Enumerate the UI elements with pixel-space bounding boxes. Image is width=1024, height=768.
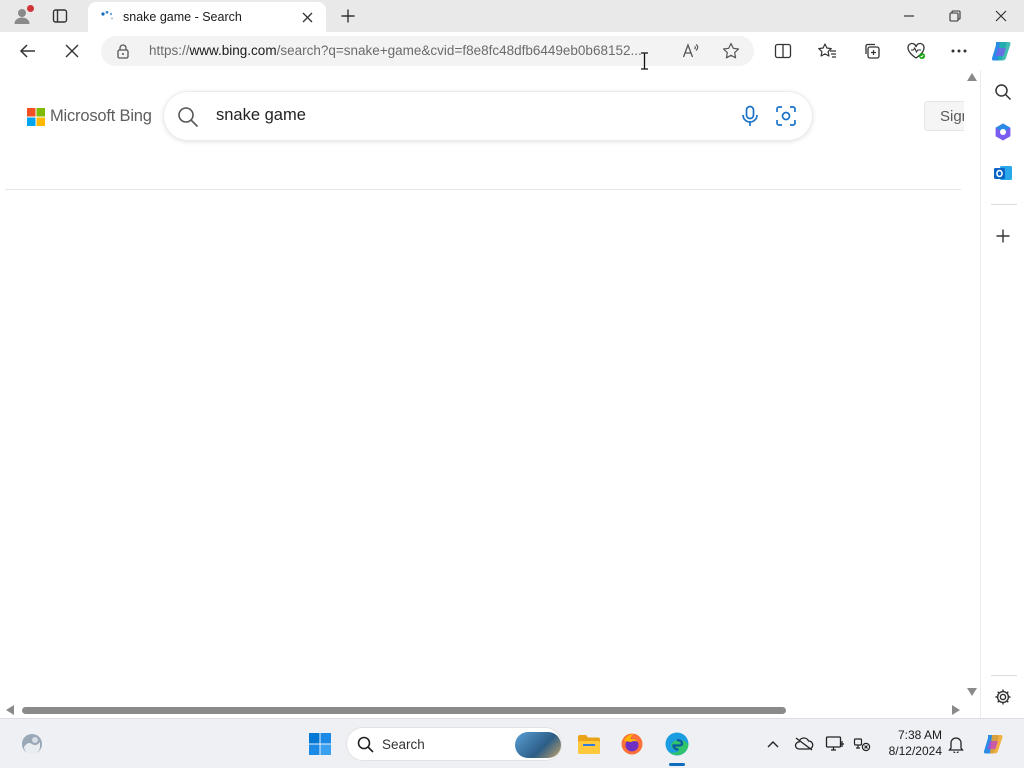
- chevron-up-icon[interactable]: [763, 734, 783, 754]
- horizontal-scroll-thumb[interactable]: [22, 707, 786, 714]
- url-host: www.bing.com: [189, 43, 277, 58]
- browser-essentials-button[interactable]: [900, 35, 932, 67]
- active-tab[interactable]: snake game - Search: [88, 2, 326, 32]
- bing-logo[interactable]: Microsoft Bing: [27, 107, 152, 126]
- loading-spinner-icon: [100, 10, 114, 24]
- search-box[interactable]: snake game: [164, 92, 812, 140]
- vertical-scrollbar[interactable]: [964, 70, 980, 702]
- edge-active-indicator: [669, 763, 685, 766]
- favorites-button[interactable]: [811, 35, 843, 67]
- sidebar-divider-bottom: [991, 675, 1017, 676]
- copilot-apps-icon: [993, 122, 1013, 142]
- header-divider: [5, 189, 961, 190]
- bell-icon[interactable]: [946, 734, 966, 754]
- browser-essentials-icon: [906, 42, 926, 60]
- widgets-icon: [20, 732, 44, 756]
- outlook-icon: [993, 163, 1013, 183]
- close-window-icon: [995, 10, 1007, 22]
- split-screen-icon: [774, 43, 792, 59]
- microphone-icon[interactable]: [740, 105, 760, 127]
- add-icon: [996, 229, 1010, 243]
- tab-actions-icon: [52, 8, 68, 24]
- address-bar[interactable]: https://www.bing.com/search?q=snake+game…: [101, 36, 754, 66]
- search-icon: [357, 736, 374, 753]
- visual-search-icon[interactable]: [775, 105, 797, 127]
- microsoft-logo-icon: [27, 107, 45, 126]
- page-viewport: Microsoft Bing snake game Sign: [0, 70, 980, 718]
- bing-logo-text: Microsoft Bing: [50, 107, 152, 125]
- minimize-button[interactable]: [891, 0, 927, 32]
- read-aloud-icon[interactable]: [679, 40, 703, 62]
- split-screen-button[interactable]: [767, 35, 799, 67]
- tab-strip: snake game - Search: [0, 0, 1024, 32]
- search-icon: [177, 106, 199, 128]
- sidebar-divider: [991, 204, 1017, 205]
- widgets-button[interactable]: [16, 728, 48, 760]
- plus-icon: [341, 9, 355, 23]
- profile-button[interactable]: [8, 0, 36, 32]
- back-arrow-icon: [19, 42, 37, 60]
- file-explorer-button[interactable]: [573, 728, 605, 760]
- edge-taskbar-button[interactable]: [661, 728, 693, 760]
- firefox-icon: [620, 732, 644, 756]
- favorites-icon: [817, 42, 837, 60]
- collections-icon: [863, 42, 881, 60]
- tab-title: snake game - Search: [123, 10, 242, 24]
- display-icon[interactable]: [825, 734, 845, 754]
- address-url[interactable]: https://www.bing.com/search?q=snake+game…: [149, 43, 669, 58]
- back-button[interactable]: [12, 35, 44, 67]
- notification-dot: [27, 5, 34, 12]
- onedrive-icon[interactable]: [794, 734, 814, 754]
- close-window-button[interactable]: [983, 0, 1019, 32]
- copilot-icon: [981, 732, 1005, 756]
- stop-loading-button[interactable]: [56, 35, 88, 67]
- browser-toolbar: https://www.bing.com/search?q=snake+game…: [0, 32, 1024, 70]
- stop-loading-icon: [65, 44, 79, 58]
- url-prefix: https://: [149, 43, 190, 58]
- start-button[interactable]: [304, 728, 336, 760]
- minimize-icon: [903, 10, 915, 22]
- text-cursor-icon: [641, 52, 648, 70]
- scroll-left-arrow-icon[interactable]: [6, 705, 14, 715]
- sidebar-copilot-apps-button[interactable]: [988, 117, 1018, 147]
- sidebar-settings-button[interactable]: [988, 682, 1018, 712]
- search-icon: [994, 83, 1012, 101]
- restore-icon: [949, 10, 961, 22]
- lock-icon[interactable]: [115, 43, 131, 59]
- collections-button[interactable]: [856, 35, 888, 67]
- copilot-icon: [989, 39, 1013, 63]
- network-icon[interactable]: [852, 734, 872, 754]
- windows-start-icon: [308, 732, 332, 756]
- close-icon[interactable]: [298, 8, 316, 26]
- system-clock[interactable]: 7:38 AM 8/12/2024: [878, 728, 942, 759]
- restore-button[interactable]: [937, 0, 973, 32]
- copilot-button[interactable]: [985, 35, 1017, 67]
- windows-taskbar: Search 7:38 AM 8/12/2024: [0, 718, 1024, 768]
- clock-time: 7:38 AM: [897, 728, 942, 742]
- new-tab-button[interactable]: [334, 0, 362, 32]
- scroll-up-arrow-icon[interactable]: [967, 73, 977, 81]
- scroll-right-arrow-icon[interactable]: [952, 705, 960, 715]
- copilot-taskbar-button[interactable]: [977, 728, 1009, 760]
- more-button[interactable]: [943, 35, 975, 67]
- sidebar-search-button[interactable]: [988, 77, 1018, 107]
- sidebar-outlook-button[interactable]: [988, 158, 1018, 188]
- firefox-button[interactable]: [616, 728, 648, 760]
- search-input[interactable]: snake game: [216, 106, 306, 125]
- file-explorer-icon: [577, 733, 601, 755]
- edge-icon: [664, 731, 690, 757]
- taskbar-search[interactable]: Search: [346, 727, 562, 761]
- edge-sidebar: [980, 70, 1024, 718]
- settings-icon: [994, 688, 1012, 706]
- sidebar-add-button[interactable]: [988, 221, 1018, 251]
- horizontal-scrollbar[interactable]: [0, 702, 964, 718]
- scroll-down-arrow-icon[interactable]: [967, 688, 977, 696]
- url-path: /search?q=snake+game&cvid=f8e8fc48dfb644…: [276, 43, 642, 58]
- clock-date: 8/12/2024: [888, 743, 942, 758]
- favorite-star-icon[interactable]: [719, 40, 743, 62]
- more-icon: [951, 49, 967, 53]
- taskbar-search-placeholder: Search: [382, 737, 425, 752]
- tab-actions-button[interactable]: [46, 0, 74, 32]
- search-highlight-image: [515, 732, 561, 758]
